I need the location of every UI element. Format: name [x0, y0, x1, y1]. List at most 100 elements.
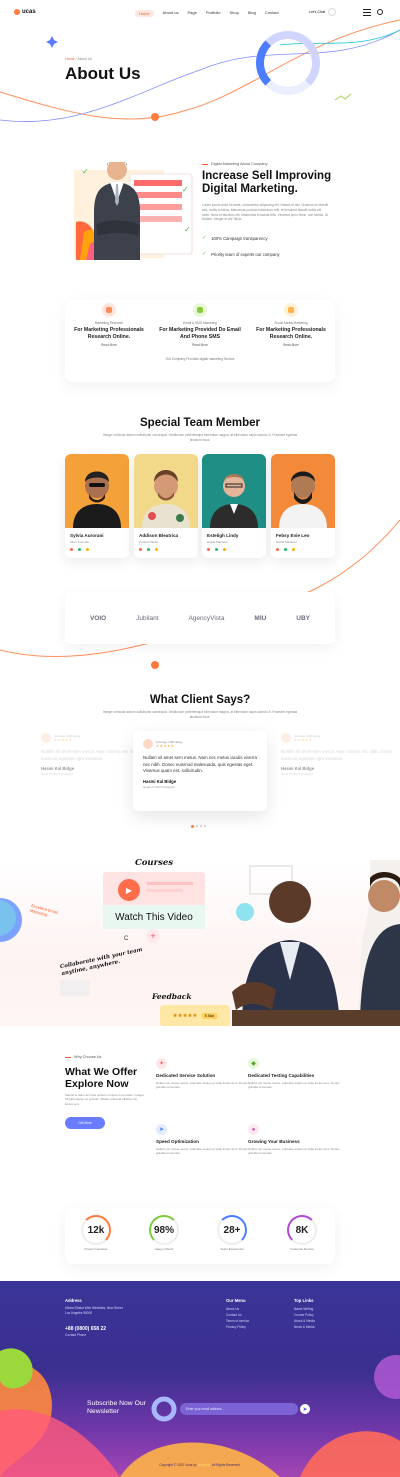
brand-logo-jubilant: Jubilant	[136, 614, 159, 622]
page-title: About Us	[65, 64, 141, 83]
services-note: Our Company Provides digital marketing S…	[165, 357, 235, 361]
nav-home[interactable]: Home	[135, 10, 154, 17]
service-item: Email & SMS Marketing For Marketing Prov…	[158, 303, 242, 347]
team-meeting-photo	[232, 860, 400, 1026]
footer-link[interactable]: News & Media	[294, 1324, 315, 1330]
team-card[interactable]: Febsy Evie Leo Social Marketer	[271, 454, 335, 558]
nav-portfolio[interactable]: Portfolio	[206, 10, 221, 17]
email-icon	[193, 303, 207, 317]
feedback-badge: ★★★★★ 5 Star	[160, 1005, 230, 1026]
intro-body: Lorem ipsum dolor sit amet, consectetur …	[202, 203, 329, 222]
get-more-button[interactable]: Get More	[65, 1117, 105, 1129]
stat-item: 28+ Years Experience	[217, 1215, 247, 1251]
nav-contact[interactable]: Contact	[265, 10, 279, 17]
chat-button[interactable]: Let's Chat	[309, 8, 337, 16]
testimonial-card: Average 4.98 rating ★★★★★ Nullam sit amet…	[281, 733, 399, 817]
footer-phone-label: Contact Phone	[65, 1333, 87, 1337]
courses-label: Courses	[135, 858, 174, 868]
carousel-dots[interactable]	[191, 825, 206, 828]
brand-logo-miu: MIU	[254, 614, 267, 622]
instagram-icon	[155, 548, 158, 551]
member-photo	[271, 454, 335, 528]
feature-item: ➤ Speed Optimization Nullam vel metus me…	[156, 1124, 248, 1156]
nav-page[interactable]: Page	[187, 10, 196, 17]
service-icon: ✦	[156, 1058, 167, 1069]
watch-video-label[interactable]: Watch This Video	[103, 905, 205, 929]
feedback-label: Feedback	[152, 992, 192, 1001]
team-card[interactable]: Addison Bleatrica Content Writer	[134, 454, 198, 558]
subscribe-title: Subscribe Now Our Newsletter	[87, 1400, 146, 1415]
svg-text:✓: ✓	[82, 167, 89, 176]
check-item: ✓ Priority team of experts our company	[202, 251, 280, 257]
feature-item: ● Growing Your Business Nullam vel metus…	[248, 1124, 340, 1156]
footer	[0, 1281, 400, 1477]
breadcrumb-home[interactable]: Home	[65, 57, 75, 61]
nav-about[interactable]: About us	[163, 10, 179, 17]
plus-icon[interactable]: +	[146, 929, 160, 943]
why-body: Mauris et dolor ac risus pretium congue …	[65, 1093, 144, 1106]
service-item: Social Media Marketing For Marketing Pro…	[249, 303, 333, 347]
research-icon	[102, 303, 116, 317]
facebook-icon	[139, 548, 142, 551]
instagram-icon	[292, 548, 295, 551]
brand-logos: VOIO Jubilant AgencyVista MIU UBY	[65, 592, 335, 644]
why-tag: Why Choose Us	[65, 1055, 101, 1059]
search-icon[interactable]	[377, 9, 383, 15]
hero-ring-decoration	[256, 31, 320, 95]
stat-item: 98% Happy Clients	[149, 1215, 179, 1251]
video-thumbnail[interactable]: ▶	[103, 872, 205, 906]
avatar	[281, 733, 291, 743]
breadcrumb-current: About Us	[77, 57, 93, 61]
member-photo	[202, 454, 266, 528]
testimonials-subtitle: Integer vehicula dictum sollicitudin con…	[102, 710, 298, 719]
team-subtitle: Integer vehicula dictum sollicitudin con…	[102, 433, 298, 442]
check-icon: ✓	[202, 235, 207, 241]
nav-shop[interactable]: Shop	[230, 10, 239, 17]
footer-address-heading: Address	[65, 1298, 82, 1303]
instagram-icon	[86, 548, 89, 551]
team-card[interactable]: Esteligh Lindy Digital Marketer	[202, 454, 266, 558]
play-icon[interactable]: ▶	[118, 879, 140, 901]
social-icon	[284, 303, 298, 317]
services-card: Marketing Research For Marketing Profess…	[65, 300, 335, 382]
intro-title: Increase Sell Improving Digital Marketin…	[202, 170, 332, 195]
member-photo	[134, 454, 198, 528]
twitter-icon	[284, 548, 287, 551]
send-icon[interactable]: ➤	[300, 1404, 310, 1414]
intro-illustration: ✓ ✓ ✓	[72, 160, 197, 266]
avatar	[41, 733, 51, 743]
instagram-icon	[223, 548, 226, 551]
testing-icon: ◆	[248, 1058, 259, 1069]
rating-stars: ★★★★★	[294, 738, 313, 742]
intro-tag: Digital Marketing About Company	[202, 162, 267, 166]
team-card[interactable]: Sylvia Aurorani CEO, Founder	[65, 454, 129, 558]
copyright: Copyright © 2022 Ucas by company. All Ri…	[159, 1463, 241, 1467]
facebook-icon	[276, 548, 279, 551]
speed-icon: ➤	[156, 1124, 167, 1135]
footer-link[interactable]: Privacy Policy	[226, 1324, 249, 1330]
member-photo	[65, 454, 129, 528]
testimonials-title: What Client Says?	[149, 694, 251, 706]
stats-card: 12k Project Complete 98% Happy Clients 28+…	[65, 1208, 335, 1264]
stat-item: 12k Project Complete	[81, 1215, 111, 1251]
read-more-link[interactable]: Read More	[67, 343, 151, 347]
stat-item: 8K Customer Review	[287, 1215, 317, 1251]
read-more-link[interactable]: Read More	[158, 343, 242, 347]
logo-icon	[14, 9, 20, 15]
brand-logo[interactable]: ucas	[14, 9, 36, 15]
check-item: ✓ 100% Campaign transparency	[202, 235, 268, 241]
footer-menu: About Us Contact Us Terms of service Pri…	[226, 1306, 249, 1330]
check-icon: ✓	[202, 251, 207, 257]
facebook-icon	[70, 548, 73, 551]
menu-icon[interactable]	[363, 9, 371, 18]
read-more-link[interactable]: Read More	[249, 343, 333, 347]
chat-icon	[328, 8, 337, 16]
nav-blog[interactable]: Blog	[248, 10, 256, 17]
newsletter-email-input[interactable]: Enter your email address...	[180, 1403, 298, 1415]
svg-text:✓: ✓	[182, 185, 189, 194]
rating-stars: ★★★★★	[172, 1012, 198, 1019]
svg-text:✓: ✓	[184, 225, 191, 234]
company-link[interactable]: company	[197, 1463, 210, 1467]
brand-logo-voio: VOIO	[89, 614, 107, 622]
main-nav: Home About us Page Portfolio Shop Blog C…	[135, 10, 279, 17]
